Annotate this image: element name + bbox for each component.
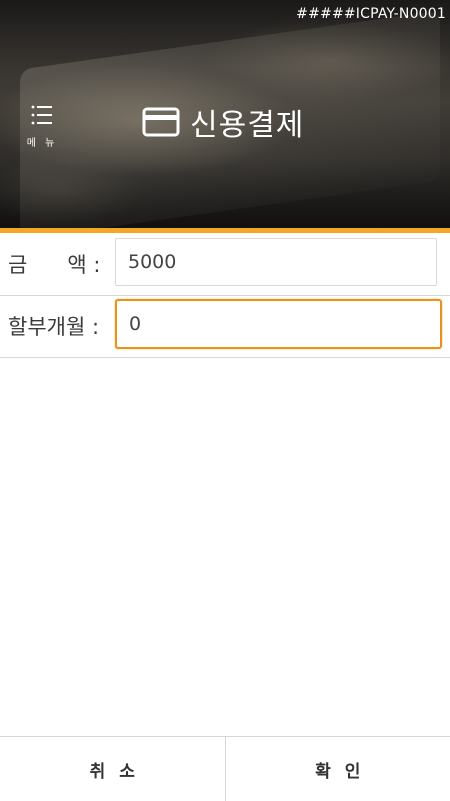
- credit-card-icon: [142, 107, 180, 137]
- device-id: #####ICPAY-N0001: [296, 6, 446, 22]
- menu-label: 메 뉴: [22, 134, 62, 149]
- amount-row: 금 액 :: [0, 233, 450, 296]
- confirm-button[interactable]: 확인: [226, 737, 450, 801]
- amount-input[interactable]: [115, 238, 437, 286]
- page-title: 신용결제: [190, 100, 304, 144]
- installment-row: 할부개월 :: [0, 295, 450, 358]
- amount-label: 금 액 :: [8, 249, 100, 279]
- page-title-group: 신용결제: [142, 102, 304, 142]
- bottom-button-bar: 취소 확인: [0, 736, 450, 801]
- menu-button[interactable]: 메 뉴: [22, 100, 66, 150]
- installment-label: 할부개월 :: [8, 311, 99, 341]
- installment-input[interactable]: [115, 299, 442, 349]
- header: #####ICPAY-N0001 메 뉴 신용결제: [0, 0, 450, 228]
- hamburger-list-icon: [30, 103, 54, 127]
- cancel-button[interactable]: 취소: [0, 737, 226, 801]
